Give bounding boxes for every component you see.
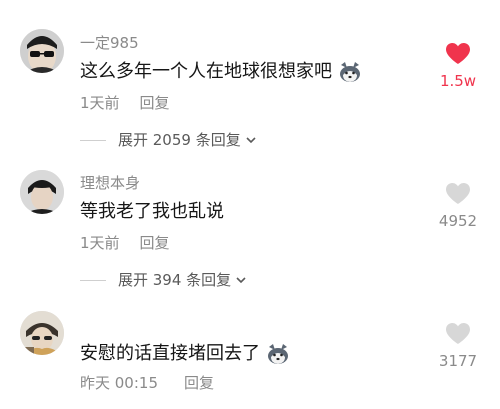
reply-button[interactable]: 回复 — [184, 374, 214, 392]
comment-meta: 昨天 00:15 回复 — [80, 374, 214, 392]
comment-text: 等我老了我也乱说 — [80, 200, 224, 224]
comment-time: 1天前 — [80, 94, 120, 112]
chevron-down-icon — [246, 137, 256, 144]
like-control: 4952 — [428, 182, 488, 230]
like-count: 4952 — [438, 212, 478, 230]
divider — [80, 139, 106, 141]
reply-button[interactable]: 回复 — [140, 234, 170, 252]
heart-icon[interactable] — [445, 42, 471, 66]
comment-username[interactable]: 理想本身 — [80, 174, 140, 192]
comment-time: 昨天 00:15 — [80, 374, 158, 392]
comment-text-content: 等我老了我也乱说 — [80, 201, 224, 222]
expand-replies-label: 展开 2059 条回复 — [118, 131, 241, 149]
avatar[interactable] — [20, 311, 64, 355]
comment-text-content: 安慰的话直接堵回去了 — [80, 343, 260, 364]
like-count: 3177 — [438, 352, 478, 370]
like-control: 3177 — [428, 322, 488, 370]
husky-dog-emoji — [340, 62, 360, 82]
like-count: 1.5w — [439, 72, 477, 90]
comment-text: 这么多年一个人在地球很想家吧 — [80, 60, 362, 84]
chevron-down-icon — [236, 277, 246, 284]
comment-username[interactable]: 一定985 — [80, 34, 139, 52]
avatar[interactable] — [20, 29, 64, 73]
comment-text-content: 这么多年一个人在地球很想家吧 — [80, 61, 332, 82]
comment-text: 安慰的话直接堵回去了 — [80, 342, 290, 366]
like-control: 1.5w — [428, 42, 488, 90]
avatar[interactable] — [20, 170, 64, 214]
expand-replies-button[interactable]: 展开 394 条回复 — [80, 271, 247, 289]
expand-replies-label: 展开 394 条回复 — [118, 271, 232, 289]
comment-meta: 1天前 回复 — [80, 234, 170, 252]
comment-time: 1天前 — [80, 234, 120, 252]
husky-dog-emoji — [268, 344, 288, 364]
comment-meta: 1天前 回复 — [80, 94, 170, 112]
heart-icon[interactable] — [445, 322, 471, 346]
heart-icon[interactable] — [445, 182, 471, 206]
reply-button[interactable]: 回复 — [140, 94, 170, 112]
divider — [80, 279, 106, 281]
expand-replies-button[interactable]: 展开 2059 条回复 — [80, 131, 257, 149]
